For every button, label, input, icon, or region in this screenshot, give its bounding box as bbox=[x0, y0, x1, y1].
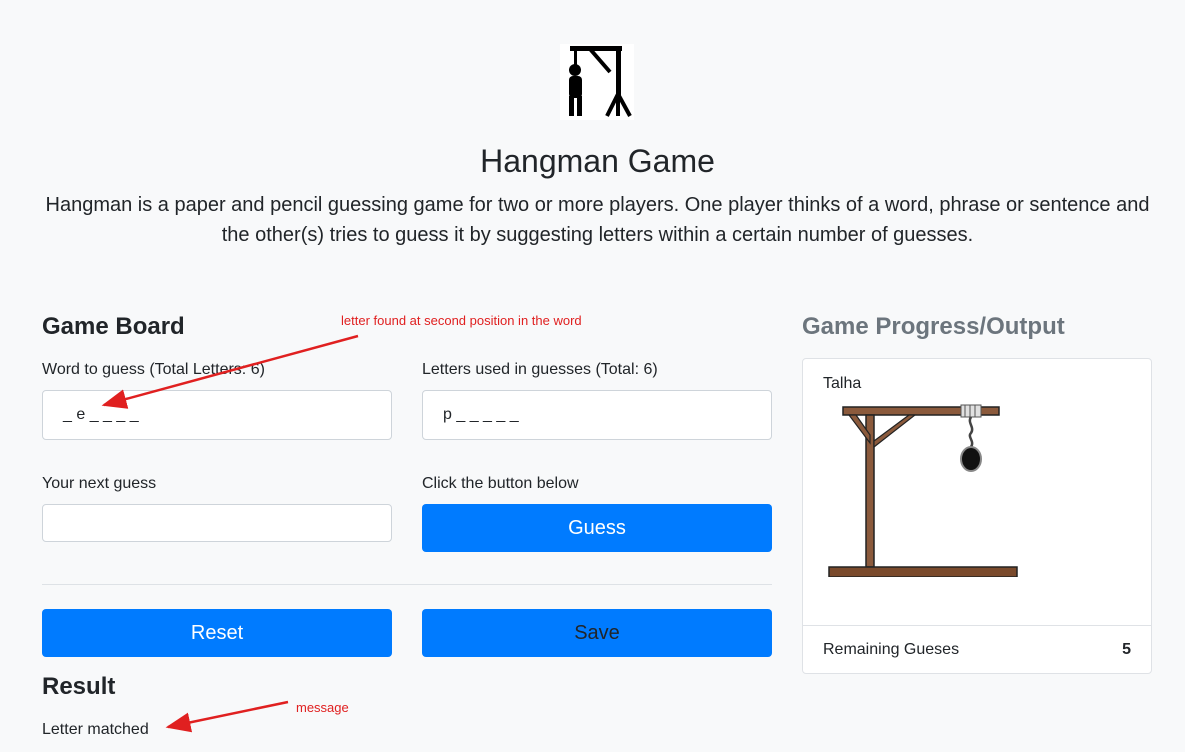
result-message: Letter matched bbox=[42, 721, 149, 738]
divider bbox=[42, 584, 772, 585]
remaining-guesses-row: Remaining Gueses 5 bbox=[803, 625, 1151, 673]
letters-display: p _ _ _ _ _ bbox=[422, 390, 772, 440]
result-heading: Result bbox=[42, 673, 116, 700]
save-button[interactable]: Save bbox=[422, 609, 772, 657]
intro-text: Hangman is a paper and pencil guessing g… bbox=[45, 194, 1150, 246]
gallows-icon bbox=[823, 397, 1023, 582]
letters-label: Letters used in guesses (Total: 6) bbox=[422, 361, 658, 378]
reset-button[interactable]: Reset bbox=[42, 609, 392, 657]
button-hint-label: Click the button below bbox=[422, 475, 579, 492]
guess-label: Your next guess bbox=[42, 475, 157, 492]
player-name: Talha bbox=[823, 375, 862, 392]
word-label: Word to guess (Total Letters: 6) bbox=[42, 361, 265, 378]
word-annotation: letter found at second position in the w… bbox=[341, 313, 582, 328]
progress-heading: Game Progress/Output bbox=[802, 313, 1065, 340]
progress-card: Talha Remaining Gueses 5 bbox=[802, 358, 1152, 674]
message-annotation: message bbox=[296, 700, 349, 715]
game-board-heading: Game Board bbox=[42, 313, 185, 340]
hangman-logo-icon bbox=[560, 44, 634, 120]
remaining-count: 5 bbox=[1122, 640, 1131, 658]
word-display: _ e _ _ _ _ bbox=[42, 390, 392, 440]
guess-button[interactable]: Guess bbox=[422, 504, 772, 552]
remaining-label: Remaining Gueses bbox=[823, 640, 960, 658]
guess-input[interactable] bbox=[42, 504, 392, 542]
page-title: Hangman Game bbox=[480, 143, 715, 179]
